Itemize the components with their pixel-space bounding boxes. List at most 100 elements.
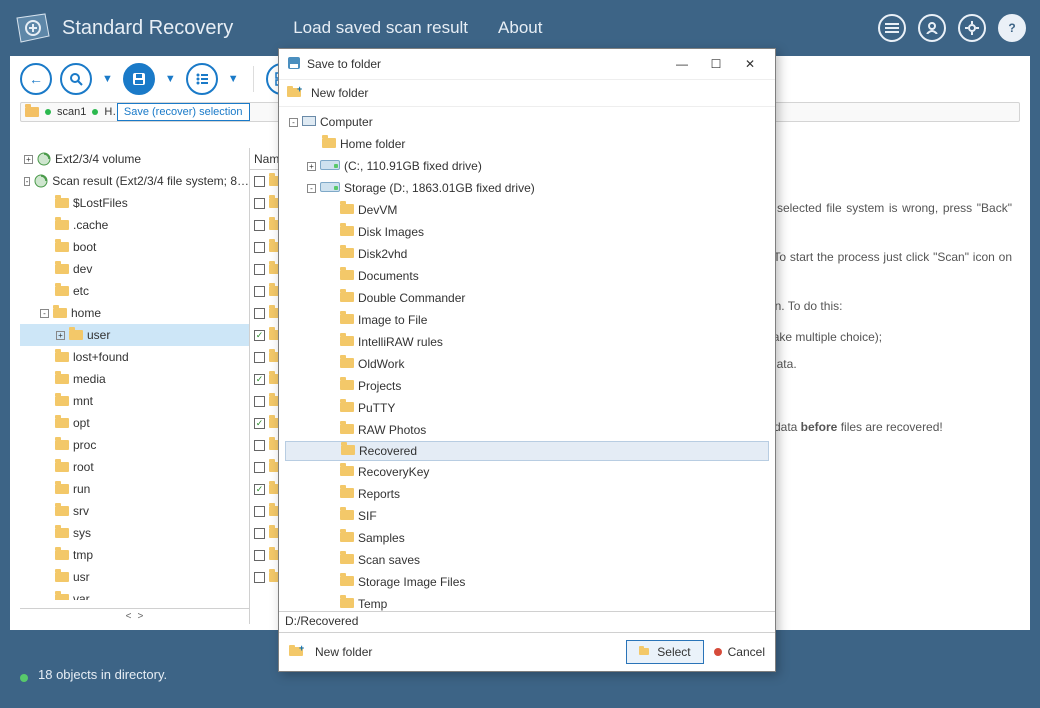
dialog-tree-folder[interactable]: RecoveryKey (285, 461, 769, 483)
new-folder-label-2[interactable]: New folder (315, 645, 372, 659)
tree-item[interactable]: var (20, 588, 249, 600)
tree-item[interactable]: opt (20, 412, 249, 434)
dialog-tree-folder[interactable]: Temp (285, 593, 769, 611)
tree-item[interactable]: .cache (20, 214, 249, 236)
tree-item[interactable]: proc (20, 434, 249, 456)
window-close-button[interactable]: ✕ (733, 54, 767, 74)
folder-tree[interactable]: +Ext2/3/4 volume-Scan result (Ext2/3/4 f… (20, 148, 250, 624)
toolbar-scan-button[interactable] (60, 63, 92, 95)
dialog-folder-tree[interactable]: -ComputerHome folder+(C:, 110.91GB fixed… (279, 107, 775, 611)
toolbar-back-button[interactable]: ← (20, 63, 52, 95)
dialog-tree-folder[interactable]: Disk2vhd (285, 243, 769, 265)
checkbox[interactable] (254, 506, 265, 517)
dialog-tree-folder[interactable]: PuTTY (285, 397, 769, 419)
menu-about[interactable]: About (498, 18, 542, 38)
dialog-button-bar: + New folder Select Cancel (279, 633, 775, 671)
tree-expander[interactable]: + (307, 162, 316, 171)
header-btn-list-icon[interactable] (878, 14, 906, 42)
dialog-tree-folder[interactable]: Reports (285, 483, 769, 505)
tree-expander[interactable]: + (56, 331, 65, 340)
checkbox[interactable]: ✓ (254, 374, 265, 385)
tree-expander[interactable]: - (289, 118, 298, 127)
tree-item[interactable]: -Scan result (Ext2/3/4 file system; 8… (20, 170, 249, 192)
header-btn-settings-gear-icon[interactable] (958, 14, 986, 42)
tree-item[interactable]: dev (20, 258, 249, 280)
tree-expander[interactable]: - (24, 177, 30, 186)
header-btn-help-icon[interactable]: ? (998, 14, 1026, 42)
tree-item[interactable]: boot (20, 236, 249, 258)
tree-expander[interactable]: - (307, 184, 316, 193)
checkbox[interactable] (254, 572, 265, 583)
checkbox[interactable] (254, 198, 265, 209)
tree-item[interactable]: tmp (20, 544, 249, 566)
checkbox[interactable] (254, 242, 265, 253)
checkbox[interactable] (254, 286, 265, 297)
dialog-tree-folder[interactable]: RAW Photos (285, 419, 769, 441)
checkbox[interactable] (254, 308, 265, 319)
checkbox[interactable]: ✓ (254, 418, 265, 429)
dialog-tree-folder[interactable]: Projects (285, 375, 769, 397)
tree-item[interactable]: mnt (20, 390, 249, 412)
tree-expander[interactable]: + (24, 155, 33, 164)
checkbox[interactable] (254, 396, 265, 407)
breadcrumb-seg-1[interactable]: scan1 (57, 106, 86, 118)
dialog-tree-folder[interactable]: Recovered (285, 441, 769, 461)
toolbar-list-button[interactable] (186, 63, 218, 95)
dialog-titlebar[interactable]: Save to folder — ☐ ✕ (279, 49, 775, 79)
dialog-tree-folder[interactable]: Scan saves (285, 549, 769, 571)
dialog-tree-folder[interactable]: OldWork (285, 353, 769, 375)
tree-item[interactable]: lost+found (20, 346, 249, 368)
horizontal-scrollbar[interactable]: <> (20, 608, 249, 624)
checkbox[interactable] (254, 550, 265, 561)
menu-load-scan[interactable]: Load saved scan result (293, 18, 468, 38)
checkbox[interactable] (254, 528, 265, 539)
checkbox[interactable] (254, 440, 265, 451)
tree-item[interactable]: - home (20, 302, 249, 324)
dialog-tree-folder[interactable]: IntelliRAW rules (285, 331, 769, 353)
toolbar-save-dropdown[interactable]: ▼ (163, 73, 178, 85)
tree-item[interactable]: root (20, 456, 249, 478)
dialog-node-drive-c[interactable]: +(C:, 110.91GB fixed drive) (285, 155, 769, 177)
checkbox[interactable] (254, 220, 265, 231)
checkbox[interactable] (254, 264, 265, 275)
tree-expander[interactable]: - (40, 309, 49, 318)
checkbox[interactable]: ✓ (254, 484, 265, 495)
dialog-tree-folder[interactable]: Image to File (285, 309, 769, 331)
toolbar-scan-dropdown[interactable]: ▼ (100, 73, 115, 85)
dialog-tree-folder[interactable]: Documents (285, 265, 769, 287)
new-folder-label[interactable]: New folder (311, 86, 368, 100)
tree-item[interactable]: sys (20, 522, 249, 544)
checkbox[interactable] (254, 462, 265, 473)
tree-item[interactable]: $LostFiles (20, 192, 249, 214)
dialog-new-folder-row[interactable]: + New folder (279, 79, 775, 107)
toolbar-save-button[interactable]: Save (recover) selection (123, 63, 155, 95)
tree-item[interactable]: etc (20, 280, 249, 302)
dialog-tree-folder[interactable]: DevVM (285, 199, 769, 221)
dialog-tree-folder[interactable]: Double Commander (285, 287, 769, 309)
dialog-tree-folder[interactable]: SIF (285, 505, 769, 527)
dialog-node-home[interactable]: Home folder (285, 133, 769, 155)
tree-item[interactable]: usr (20, 566, 249, 588)
checkbox[interactable]: ✓ (254, 330, 265, 341)
tree-item[interactable]: srv (20, 500, 249, 522)
dialog-node-computer[interactable]: -Computer (285, 111, 769, 133)
select-button[interactable]: Select (626, 640, 703, 664)
tree-item[interactable]: media (20, 368, 249, 390)
folder-icon (340, 510, 354, 520)
dialog-tree-folder[interactable]: Disk Images (285, 221, 769, 243)
dialog-path-field[interactable]: D:/Recovered (279, 611, 775, 633)
checkbox[interactable] (254, 176, 265, 187)
tree-item[interactable]: +Ext2/3/4 volume (20, 148, 249, 170)
window-maximize-button[interactable]: ☐ (699, 54, 733, 74)
toolbar-list-dropdown[interactable]: ▼ (226, 73, 241, 85)
tree-item[interactable]: +user (20, 324, 249, 346)
checkbox[interactable] (254, 352, 265, 363)
dialog-node-drive-d[interactable]: -Storage (D:, 1863.01GB fixed drive) (285, 177, 769, 199)
cancel-button[interactable]: Cancel (714, 645, 765, 659)
tree-item[interactable]: run (20, 478, 249, 500)
dialog-tree-folder[interactable]: Samples (285, 527, 769, 549)
header-btn-user-icon[interactable] (918, 14, 946, 42)
dialog-tree-folder[interactable]: Storage Image Files (285, 571, 769, 593)
tree-item-label: home (71, 306, 101, 320)
window-minimize-button[interactable]: — (665, 54, 699, 74)
